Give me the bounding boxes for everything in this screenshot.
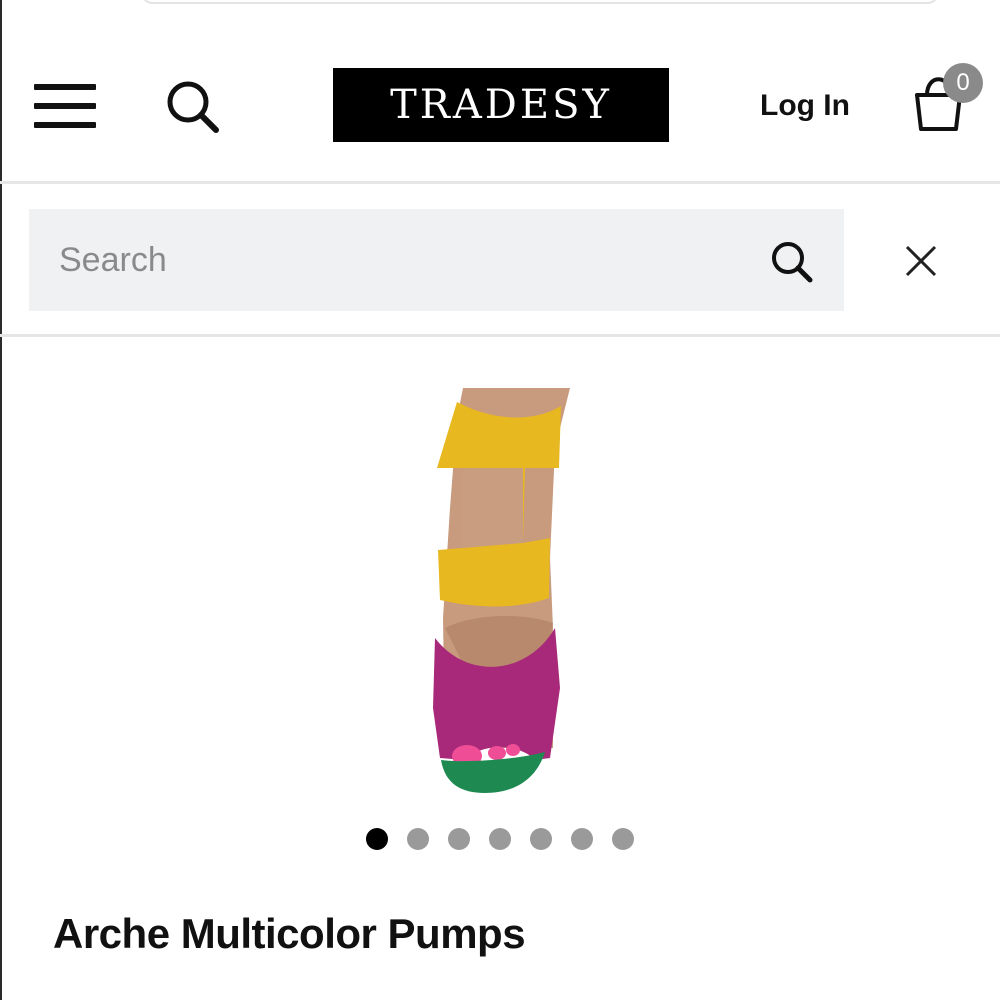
carousel-dot-1[interactable]	[366, 828, 388, 850]
carousel-dot-7[interactable]	[612, 828, 634, 850]
site-header: TRADESY Log In 0	[0, 0, 1000, 184]
login-link[interactable]: Log In	[760, 86, 850, 126]
header-search-button[interactable]	[160, 76, 226, 138]
site-logo[interactable]: TRADESY	[333, 68, 669, 142]
hamburger-menu-icon-bar	[34, 103, 96, 109]
search-bar	[0, 184, 1000, 334]
shoe-photo	[433, 388, 570, 793]
search-divider	[0, 334, 1000, 337]
search-close-button[interactable]	[900, 240, 942, 282]
search-submit-button[interactable]	[768, 238, 818, 286]
close-icon	[905, 245, 937, 277]
carousel-dot-3[interactable]	[448, 828, 470, 850]
image-carousel-dots	[366, 828, 634, 850]
carousel-dot-2[interactable]	[407, 828, 429, 850]
product-title: Arche Multicolor Pumps	[53, 910, 526, 957]
menu-button[interactable]	[32, 82, 98, 130]
search-field[interactable]	[29, 209, 844, 311]
search-icon	[167, 81, 219, 133]
hamburger-menu-icon-bar	[34, 122, 96, 128]
logo-text: TRADESY	[390, 82, 612, 128]
carousel-dot-6[interactable]	[571, 828, 593, 850]
search-input[interactable]	[59, 235, 759, 285]
carousel-dot-4[interactable]	[489, 828, 511, 850]
cart-count-badge: 0	[943, 63, 983, 103]
search-icon	[772, 242, 813, 283]
hamburger-menu-icon	[34, 84, 96, 90]
carousel-dot-5[interactable]	[530, 828, 552, 850]
product-image[interactable]	[405, 388, 585, 800]
